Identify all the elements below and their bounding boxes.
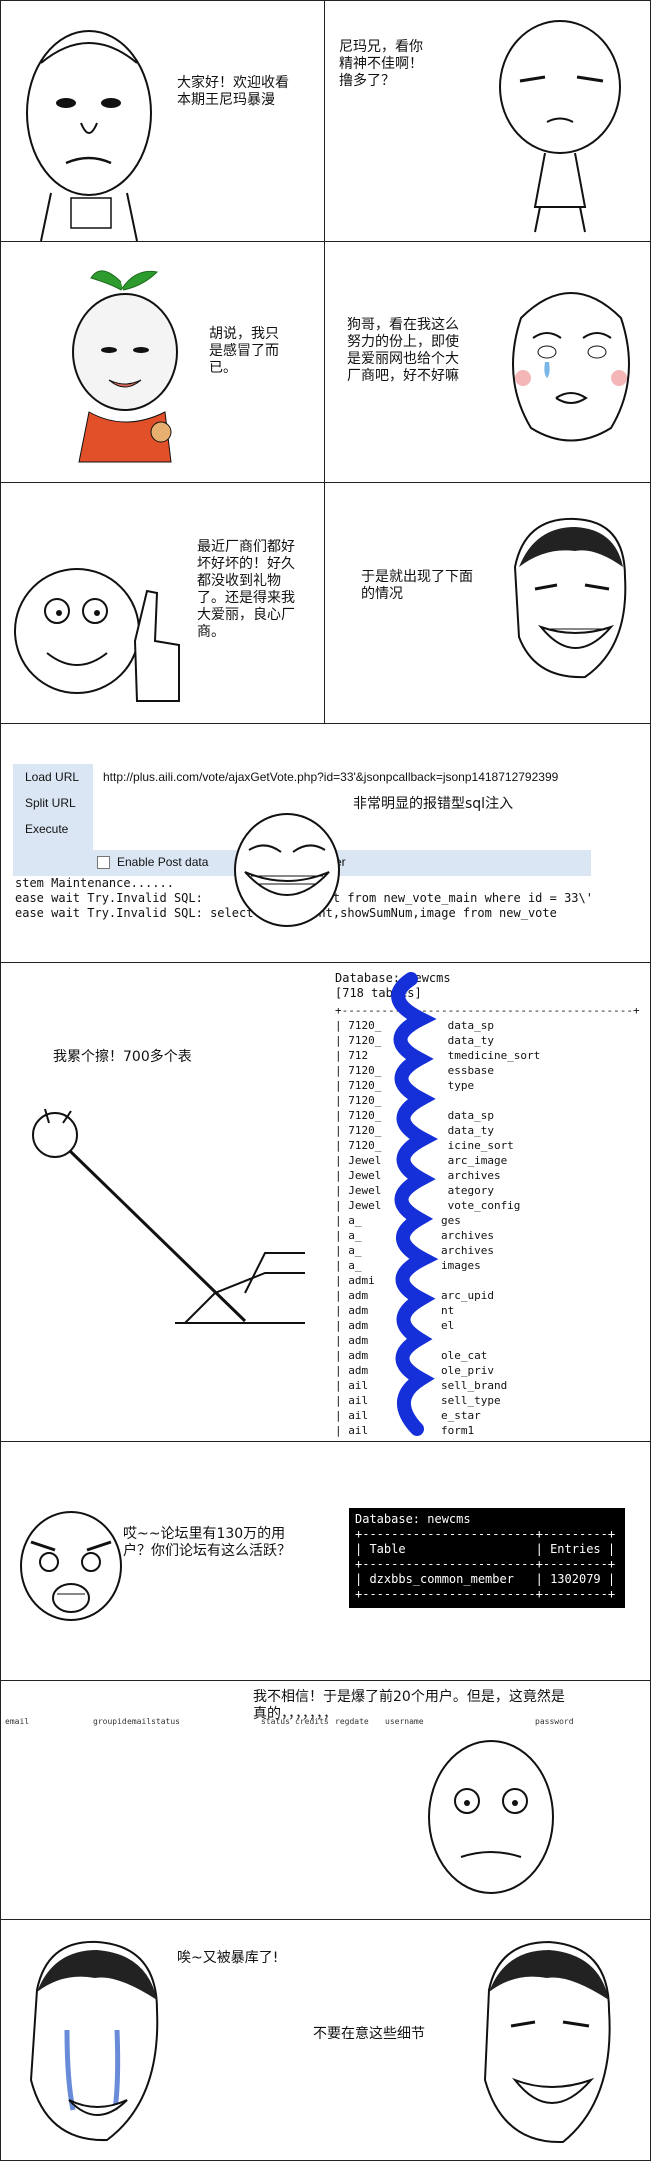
comic-panel-8-final: 唉~又被暴库了! 不要在意这些细节 xyxy=(0,1919,651,2161)
col-credits: credits xyxy=(295,1717,329,1726)
caption-vendors: 最近厂商们都好 坏好坏的！好久 都没收到礼物 了。还是得来我 大爱丽，良心厂 商… xyxy=(197,539,295,640)
caption-plead: 狗哥，看在我这么 努力的份上，即使 是爱丽网也给个大 厂商吧，好不好嘛 xyxy=(347,317,459,384)
troll-grin-face-icon xyxy=(234,813,340,927)
yao-ming-laugh-icon xyxy=(513,517,627,679)
staring-face-icon xyxy=(428,1740,554,1894)
comic-panel-3-right: 于是就出现了下面 的情况 xyxy=(324,482,651,724)
comic-panel-1-right: 尼玛兄，看你 精神不佳啊！ 撸多了？ xyxy=(324,0,651,242)
stick-figure-cannon-icon xyxy=(32,1108,305,1324)
comic-panel-3-left: 最近厂商们都好 坏好坏的！好久 都没收到礼物 了。还是得来我 大爱丽，良心厂 商… xyxy=(0,482,325,724)
comic-panel-7-users: 我不相信！于是爆了前20个用户。但是，这竟然是 真的，，，，，，， email … xyxy=(0,1680,651,1920)
caption-sqli: 非常明显的报错型sql注入 xyxy=(353,796,514,812)
col-emailstatus: emailstatus xyxy=(127,1717,180,1726)
post-data-label: Enable Post data xyxy=(117,855,209,869)
caption-result: 于是就出现了下面 的情况 xyxy=(361,569,473,602)
comic-panel-4-sqli: Load URL Split URL Execute http://plus.a… xyxy=(0,723,651,963)
crying-face-icon xyxy=(512,292,630,442)
caption-welcome: 大家好！欢迎收看 本期王尼玛暴漫 xyxy=(177,75,289,108)
split-url-button[interactable]: Split URL xyxy=(13,790,93,816)
caption-ignore-details: 不要在意这些细节 xyxy=(313,2026,425,2042)
thumbs-up-face-icon xyxy=(14,568,180,702)
comic-panel-2-left: 胡说，我只 是感冒了而 已。 xyxy=(0,241,325,483)
url-field[interactable]: http://plus.aili.com/vote/ajaxGetVote.ph… xyxy=(103,770,558,784)
load-url-button[interactable]: Load URL xyxy=(13,764,93,790)
post-data-checkbox[interactable] xyxy=(97,856,110,869)
col-email: email xyxy=(5,1717,30,1726)
comic-panel-5-tables: 我累个擦！700多个表 Database: newcms [718 tables… xyxy=(0,962,651,1442)
col-password: password xyxy=(535,1717,574,1726)
col-status: status xyxy=(261,1717,290,1726)
caption-active-forum: 哎~~论坛里有130万的用 户？你们论坛有这么活跃？ xyxy=(123,1526,291,1559)
caption-leaked-again: 唉~又被暴库了! xyxy=(177,1950,279,1966)
member-count-terminal: Database: newcms +----------------------… xyxy=(349,1508,625,1608)
yao-ming-laugh-icon-2 xyxy=(483,1940,611,2144)
execute-button[interactable]: Execute xyxy=(13,816,93,842)
crying-yao-face-icon xyxy=(29,1940,159,2142)
comic-panel-6-members: 哎~~论坛里有130万的用 户？你们论坛有这么活跃？ Database: new… xyxy=(0,1441,651,1681)
comic-panel-1-left: 大家好！欢迎收看 本期王尼玛暴漫 xyxy=(0,0,325,242)
caption-cold: 胡说，我只 是感冒了而 已。 xyxy=(209,326,279,376)
caption-tired: 尼玛兄，看你 精神不佳啊！ 撸多了？ xyxy=(339,39,423,89)
col-regdate: regdate xyxy=(335,1717,369,1726)
vegetable-kid-icon xyxy=(72,270,178,463)
col-groupid: groupid xyxy=(93,1717,127,1726)
shocked-face-icon xyxy=(20,1511,122,1621)
comic-panel-2-right: 狗哥，看在我这么 努力的份上，即使 是爱丽网也给个大 厂商吧，好不好嘛 xyxy=(324,241,651,483)
hackbar-menu: Load URL Split URL Execute xyxy=(13,764,93,864)
censor-scribble-icon xyxy=(391,972,439,1436)
wang-nima-face-icon xyxy=(26,30,152,241)
caption-700-tables: 我累个擦！700多个表 xyxy=(53,1049,192,1065)
smug-face-icon xyxy=(499,20,621,233)
col-username: username xyxy=(385,1717,424,1726)
